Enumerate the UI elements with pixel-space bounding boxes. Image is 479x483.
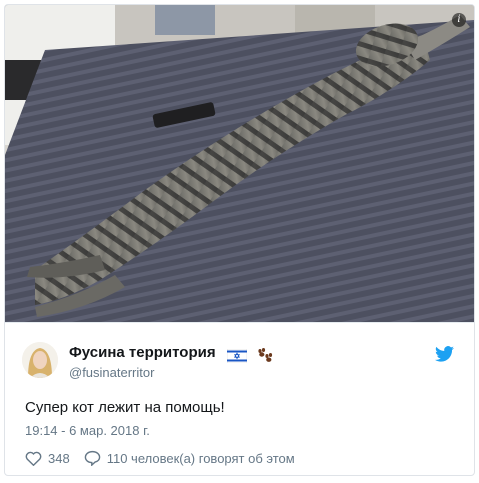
heart-icon [25, 451, 42, 466]
embedded-tweet-card: i Фусина территория @fusinaterritor Супе… [4, 4, 475, 476]
like-action[interactable]: 348 [25, 451, 70, 466]
tweet-photo[interactable]: i [5, 5, 474, 322]
speech-bubble-icon [84, 450, 100, 466]
paw-prints-icon [258, 348, 273, 362]
author-name[interactable]: Фусина территория [69, 344, 216, 361]
reply-action[interactable]: 110 человек(а) говорят об этом [84, 450, 295, 466]
avatar[interactable] [22, 342, 58, 378]
reply-count-text: 110 человек(а) говорят об этом [106, 450, 295, 466]
israel-flag-icon [226, 348, 248, 364]
like-count: 348 [48, 450, 70, 466]
twitter-bird-icon[interactable] [435, 346, 454, 367]
name-emoji-group [226, 347, 275, 368]
author-handle[interactable]: @fusinaterritor [69, 365, 154, 380]
tweet-timestamp[interactable]: 19:14 - 6 мар. 2018 г. [25, 423, 150, 438]
tweet-body: Фусина территория @fusinaterritor Супер … [5, 322, 474, 475]
tweet-text: Супер кот лежит на помощь! [25, 399, 225, 416]
tweet-actions: 348 110 человек(а) говорят об этом [25, 450, 295, 466]
avatar-image [22, 342, 58, 378]
info-icon[interactable]: i [452, 13, 466, 27]
cat-photo-illustration [5, 5, 474, 322]
